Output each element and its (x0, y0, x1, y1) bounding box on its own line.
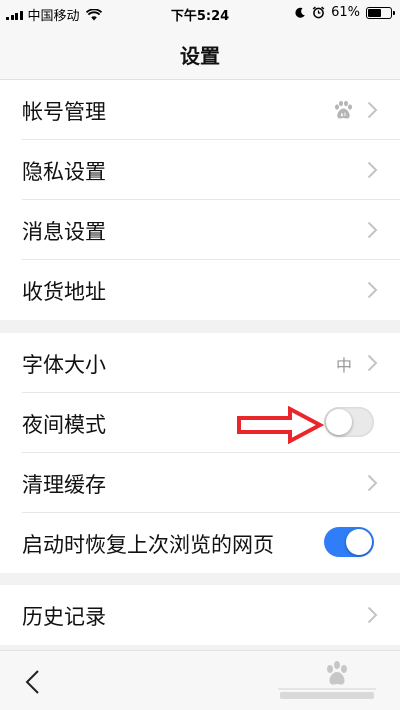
settings-row-label: 清理缓存 (22, 473, 106, 497)
settings-row-font-size[interactable]: 字体大小 中 (0, 333, 400, 393)
battery-fill (368, 8, 382, 17)
settings-row-clear-cache[interactable]: 清理缓存 (0, 453, 400, 513)
font-size-value: 中 (335, 356, 352, 375)
settings-row-label: 历史记录 (22, 605, 106, 629)
chevron-right-icon (367, 221, 378, 239)
night-mode-toggle[interactable] (324, 407, 374, 437)
restore-pages-toggle[interactable] (324, 527, 374, 557)
red-arrow-annotation-icon (237, 406, 324, 444)
status-bar: 中国移动 下午5:24 61% (0, 0, 400, 26)
baidu-paw-icon (335, 100, 352, 119)
status-right: 61% (294, 5, 395, 20)
settings-row-label: 隐私设置 (22, 160, 106, 184)
battery-percentage: 61% (331, 5, 360, 20)
page-title: 设置 (180, 44, 220, 68)
chevron-right-icon (367, 474, 378, 492)
settings-row-label: 字体大小 (22, 353, 106, 377)
settings-row-shipping-address[interactable]: 收货地址 (0, 260, 400, 320)
chevron-right-icon (367, 161, 378, 179)
toggle-knob (326, 409, 352, 435)
alarm-icon (312, 6, 325, 19)
nav-bar: 设置 (0, 26, 400, 80)
settings-row-label: 收货地址 (22, 280, 106, 304)
chevron-right-icon (367, 606, 378, 624)
chevron-right-icon (367, 281, 378, 299)
chevron-right-icon (367, 101, 378, 119)
settings-group-account: 帐号管理 隐私设置 消息设置 收货地址 (0, 80, 400, 320)
settings-row-night-mode: 夜间模式 (0, 393, 400, 453)
settings-group-display: 字体大小 中 夜间模式 清理缓存 启动时恢复上次浏览的网页 (0, 333, 400, 573)
toggle-knob (346, 529, 372, 555)
settings-row-account-management[interactable]: 帐号管理 (0, 80, 400, 140)
moon-icon (295, 7, 305, 18)
settings-row-messages[interactable]: 消息设置 (0, 200, 400, 260)
settings-row-label: 启动时恢复上次浏览的网页 (22, 533, 274, 557)
baidu-watermark-logo (278, 661, 376, 699)
settings-group-history: 历史记录 (0, 585, 400, 645)
settings-row-label: 消息设置 (22, 220, 106, 244)
bottom-toolbar (0, 650, 400, 710)
settings-row-history[interactable]: 历史记录 (0, 585, 400, 645)
back-chevron-icon[interactable] (24, 669, 40, 695)
settings-row-restore-pages: 启动时恢复上次浏览的网页 (0, 513, 400, 573)
settings-row-label: 帐号管理 (22, 100, 106, 124)
chevron-right-icon (367, 354, 378, 372)
settings-row-label: 夜间模式 (22, 413, 106, 437)
battery-icon (366, 6, 395, 19)
settings-row-privacy[interactable]: 隐私设置 (0, 140, 400, 200)
